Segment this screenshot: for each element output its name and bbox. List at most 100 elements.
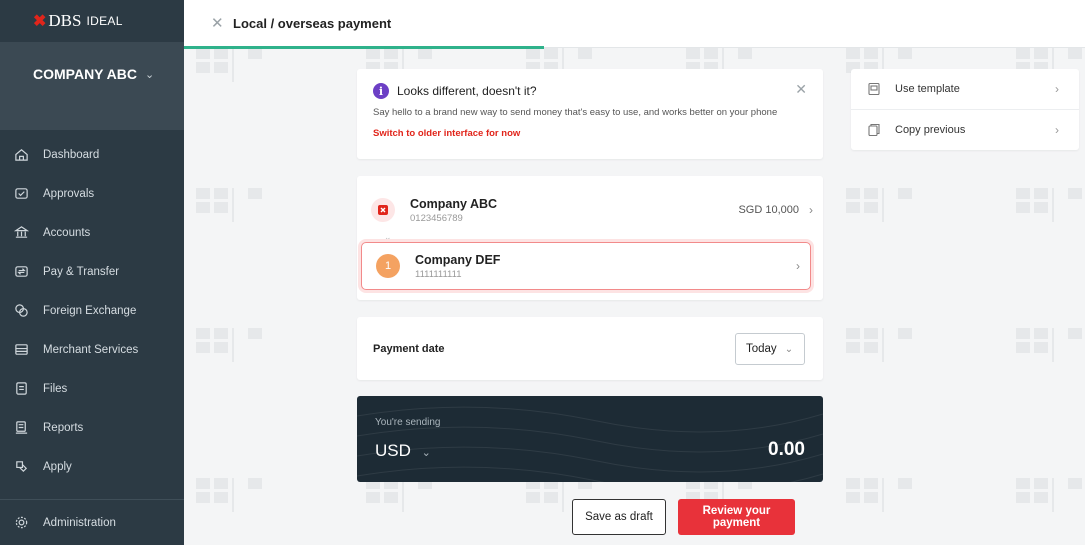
sending-amount-card: You're sending USD ⌄ 0.00: [357, 396, 823, 482]
pattern-tile: [898, 188, 912, 199]
pattern-tile: [1016, 342, 1030, 353]
pattern-tile: [196, 478, 210, 489]
sidebar-item-dashboard[interactable]: Dashboard: [0, 135, 184, 174]
sidebar-item-label: Administration: [43, 516, 116, 529]
notice-title: Looks different, doesn't it?: [397, 84, 537, 98]
pattern-tile: [864, 328, 878, 339]
pattern-tile: [196, 62, 210, 73]
company-name: COMPANY ABC: [33, 66, 137, 82]
sidebar-item-accounts[interactable]: Accounts: [0, 213, 184, 252]
pattern-tile: [898, 48, 912, 59]
pattern-tile: [846, 342, 860, 353]
progress-bar: [184, 46, 545, 49]
copy-previous-button[interactable]: Copy previous ›: [851, 109, 1079, 149]
pattern-tile: [418, 48, 432, 59]
pattern-tile: [1068, 478, 1082, 489]
bank-icon: [14, 225, 29, 240]
pattern-tile: [1034, 48, 1048, 59]
payee-name: Company DEF: [415, 252, 501, 267]
template-icon: [867, 82, 881, 96]
pattern-tile: [864, 342, 878, 353]
sidebar-item-label: Merchant Services: [43, 343, 139, 356]
pattern-tile: [248, 188, 262, 199]
pattern-tile: [846, 48, 860, 59]
use-template-button[interactable]: Use template ›: [851, 69, 1079, 109]
pattern-tile: [526, 48, 540, 59]
payment-date-select[interactable]: Today ⌄: [735, 333, 805, 365]
brand-logo[interactable]: ✖ DBS IDEAL: [0, 0, 184, 42]
pattern-tile: [1016, 478, 1030, 489]
report-icon: [14, 420, 29, 435]
pattern-divider: [232, 478, 234, 512]
currency-exchange-icon: [14, 303, 29, 318]
pattern-tile: [196, 48, 210, 59]
brand-name: DBS: [48, 11, 82, 30]
storefront-icon: [14, 342, 29, 357]
pattern-tile: [864, 188, 878, 199]
sidebar-item-merchant-services[interactable]: Merchant Services: [0, 330, 184, 369]
review-payment-button[interactable]: Review your payment: [678, 499, 795, 535]
from-account[interactable]: Company ABC 0123456789 SGD 10,000 ›: [357, 186, 823, 234]
pattern-tile: [898, 328, 912, 339]
payment-date-card: Payment date Today ⌄: [357, 317, 823, 380]
chevron-right-icon: ›: [1055, 122, 1059, 137]
pattern-tile: [384, 492, 398, 503]
use-template-label: Use template: [895, 83, 960, 95]
sidebar-item-label: Approvals: [43, 187, 95, 200]
sidebar-item-foreign-exchange[interactable]: Foreign Exchange: [0, 291, 184, 330]
pattern-tile: [214, 62, 228, 73]
pattern-tile: [248, 48, 262, 59]
sidebar-item-approvals[interactable]: Approvals: [0, 174, 184, 213]
sidebar-item-reports[interactable]: Reports: [0, 408, 184, 447]
gear-icon: [14, 515, 29, 530]
pattern-tile: [578, 48, 592, 59]
sidebar-item-pay-transfer[interactable]: Pay & Transfer: [0, 252, 184, 291]
sidebar-item-apply[interactable]: Apply: [0, 447, 184, 486]
apply-icon: [14, 459, 29, 474]
pattern-tile: [846, 188, 860, 199]
pattern-tile: [864, 492, 878, 503]
payment-date-label: Payment date: [373, 342, 445, 355]
sidebar-item-administration[interactable]: Administration: [0, 499, 184, 545]
pattern-tile: [1034, 492, 1048, 503]
pattern-tile: [1034, 342, 1048, 353]
pattern-tile: [214, 492, 228, 503]
switch-older-interface-link[interactable]: Switch to older interface for now: [373, 128, 807, 139]
brand-product: IDEAL: [86, 14, 123, 28]
payee-account-number: 1111111111: [415, 268, 462, 280]
from-account-name: Company ABC: [410, 196, 498, 211]
sidebar-item-files[interactable]: Files: [0, 369, 184, 408]
pattern-tile: [864, 202, 878, 213]
save-as-draft-button[interactable]: Save as draft: [572, 499, 666, 535]
sidebar: ✖ DBS IDEAL COMPANY ABC ⌄ Dashboard Appr…: [0, 0, 184, 545]
chevron-down-icon: ⌄: [144, 69, 155, 81]
pattern-tile: [1068, 48, 1082, 59]
amount-input[interactable]: 0.00: [768, 439, 805, 461]
currency-select[interactable]: USD ⌄: [375, 441, 431, 461]
pattern-tile: [898, 478, 912, 489]
pattern-divider: [402, 478, 404, 512]
pattern-tile: [846, 478, 860, 489]
pattern-tile: [1068, 328, 1082, 339]
pattern-tile: [738, 48, 752, 59]
pattern-tile: [248, 328, 262, 339]
pattern-divider: [562, 478, 564, 512]
copy-previous-label: Copy previous: [895, 123, 966, 136]
sidebar-item-label: Files: [43, 382, 68, 395]
close-icon[interactable]: ✕: [795, 81, 807, 98]
to-payee[interactable]: 1 Company DEF 1111111111 ›: [361, 242, 811, 290]
pattern-divider: [882, 478, 884, 512]
pattern-tile: [214, 478, 228, 489]
dbs-logo-icon: [371, 198, 395, 222]
card-texture: [357, 406, 823, 482]
chevron-down-icon: ⌄: [421, 447, 431, 459]
pattern-tile: [1016, 328, 1030, 339]
close-icon[interactable]: ✕: [211, 14, 224, 32]
from-account-balance: SGD 10,000: [738, 204, 799, 216]
pattern-tile: [1016, 202, 1030, 213]
pattern-tile: [1016, 188, 1030, 199]
pattern-divider: [1052, 188, 1054, 222]
pattern-tile: [214, 202, 228, 213]
company-switcher[interactable]: COMPANY ABC ⌄: [0, 42, 184, 130]
pattern-tile: [384, 48, 398, 59]
